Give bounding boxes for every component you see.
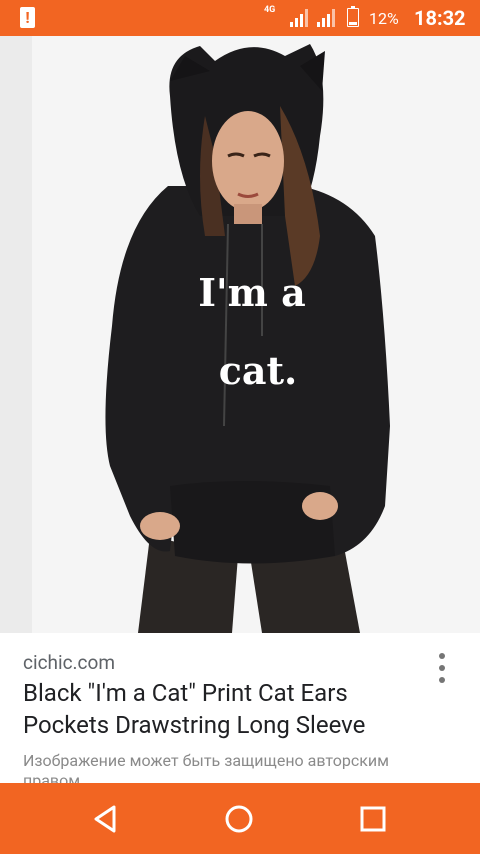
network-type: 4G — [264, 5, 276, 15]
result-info: cichic.com Black "I'm a Cat" Print Cat E… — [0, 633, 480, 783]
result-title[interactable]: Black "I'm a Cat" Print Cat Ears Pockets… — [23, 677, 428, 741]
home-icon[interactable] — [221, 801, 257, 837]
product-image[interactable]: I'm a cat. — [0, 36, 480, 633]
print-text-line2: cat. — [219, 348, 298, 393]
navigation-bar — [0, 783, 480, 854]
battery-icon — [347, 6, 359, 27]
hoodie-photo: I'm a cat. — [0, 36, 480, 633]
alert-icon: ! — [20, 7, 35, 28]
signal-icon — [290, 9, 308, 27]
clock: 18:32 — [414, 6, 466, 30]
copyright-notice: Изображение может быть защищено авторски… — [23, 751, 389, 783]
print-text-line1: I'm a — [198, 270, 305, 315]
signal-icon-sim2 — [317, 9, 335, 27]
status-bar: ! 4G 12% 18:32 — [0, 0, 480, 36]
back-icon[interactable] — [88, 801, 124, 837]
recents-icon[interactable] — [355, 801, 391, 837]
battery-percent: 12% — [369, 9, 399, 28]
source-domain[interactable]: cichic.com — [23, 651, 115, 674]
more-options-icon[interactable] — [432, 653, 452, 689]
